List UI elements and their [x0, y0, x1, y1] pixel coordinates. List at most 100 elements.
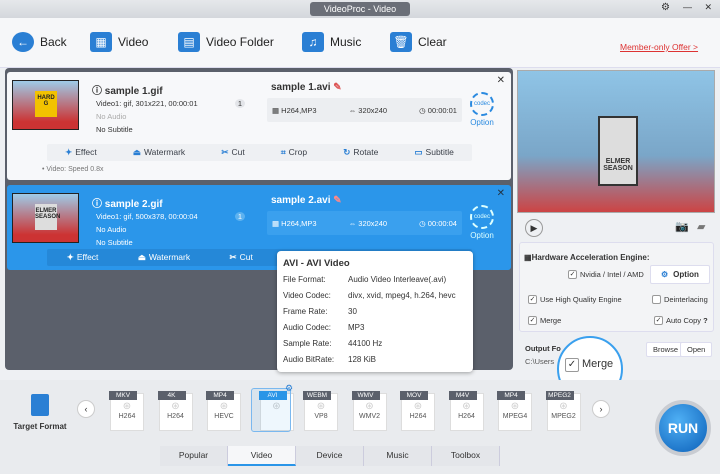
subtitle-icon: ▭	[414, 147, 423, 157]
label: Deinterlacing	[664, 295, 708, 304]
output-info: ▦ H264,MP3 ⇔ 320x240 ◷ 00:00:01	[267, 98, 462, 122]
play-button[interactable]: ▶	[525, 219, 543, 237]
tab-popular[interactable]: Popular	[160, 446, 228, 466]
tab-music[interactable]: Music	[364, 446, 432, 466]
remove-item-button[interactable]: ✕	[497, 75, 505, 86]
settings-panel: ▦ Hardware Acceleration Engine: ✓ Nvidia …	[519, 242, 714, 332]
format-codec: MPEG4	[502, 413, 528, 420]
tab-video[interactable]: Video	[228, 446, 296, 466]
open-folder-icon[interactable]: ▰	[697, 220, 705, 233]
scroll-left-button[interactable]: ‹	[77, 400, 95, 418]
format-mp4[interactable]: MP4 ⊛ HEVC	[206, 391, 241, 431]
film-reel-icon: ⊛	[510, 401, 520, 412]
format-m4v[interactable]: M4V ⊛ H264	[448, 391, 484, 431]
output-path[interactable]: C:\Users	[525, 357, 554, 366]
add-video-folder-button[interactable]: ▤ Video Folder	[178, 32, 274, 52]
subtitle-track-info[interactable]: No Subtitle	[96, 238, 133, 247]
scissors-icon: ✂	[229, 252, 237, 262]
member-offer-link[interactable]: Member-only Offer >	[620, 42, 698, 52]
subtitle-button[interactable]: ▭ Subtitle	[415, 147, 454, 158]
run-button[interactable]: RUN	[655, 400, 711, 456]
tab-toolbox[interactable]: Toolbox	[432, 446, 500, 466]
format-mpeg2[interactable]: MPEG2 ⊛ MPEG2	[545, 391, 581, 431]
film-reel-icon: ⊛	[219, 401, 229, 412]
high-quality-checkbox[interactable]: ✓ Use High Quality Engine	[528, 295, 622, 304]
stamp-icon: ⏏	[137, 252, 146, 262]
format-settings-gear-icon[interactable]: ⚙	[285, 383, 293, 394]
effect-label: Effect	[76, 252, 99, 262]
pencil-icon[interactable]: ✎	[333, 195, 341, 206]
label: Sample Rate:	[283, 339, 332, 348]
codec-gear-icon: codec	[470, 205, 494, 229]
crop-button[interactable]: ⌗ Crop	[281, 147, 307, 158]
video-track-info[interactable]: Video1: gif, 301x221, 00:00:01	[96, 99, 198, 108]
format-mov[interactable]: MOV ⊛ H264	[400, 391, 435, 431]
format-tag: M4V	[448, 391, 477, 400]
hw-option-button[interactable]: ⚙ Option	[650, 265, 710, 284]
output-filename[interactable]: sample 2.avi ✎	[271, 195, 342, 206]
tab-device[interactable]: Device	[296, 446, 364, 466]
trash-icon: 🗑	[390, 32, 412, 52]
format-tag: MPEG2	[545, 391, 574, 400]
back-icon: ←	[12, 32, 34, 52]
rotate-button[interactable]: ↻ Rotate	[343, 147, 378, 158]
note: Video: Speed 0.8x	[46, 166, 104, 173]
help-icon[interactable]: ?	[703, 316, 708, 325]
back-button[interactable]: ← Back	[12, 32, 67, 52]
add-music-button[interactable]: ♫ Music	[302, 32, 361, 52]
resolution: 320x240	[358, 218, 388, 228]
merge-checkbox[interactable]: ✓ Merge	[528, 316, 561, 325]
watermark-button[interactable]: ⏏ Watermark	[133, 147, 185, 158]
format-mkv[interactable]: MKV ⊛ H264	[109, 391, 144, 431]
video-track-info[interactable]: Video1: gif, 500x378, 00:00:04	[96, 212, 198, 221]
cut-button[interactable]: ✂ Cut	[221, 147, 244, 158]
minimize-button[interactable]: —	[683, 2, 692, 12]
crop-icon: ⌗	[280, 147, 286, 157]
audio-track-info[interactable]: No Audio	[96, 225, 126, 234]
settings-icon[interactable]: ⚙	[661, 2, 670, 13]
resolution: 320x240	[358, 105, 388, 115]
folder-icon: ▤	[178, 32, 200, 52]
remove-item-button[interactable]: ✕	[497, 188, 505, 199]
codec-option-button[interactable]: codec Option	[470, 205, 494, 240]
format-tag: MP4	[497, 391, 525, 400]
watermark-button[interactable]: ⏏ Watermark	[138, 252, 190, 263]
target-format-button[interactable]: Target Format	[10, 394, 70, 431]
toolbar: ← Back ▦ Video ▤ Video Folder ♫ Music 🗑 Clear…	[0, 18, 720, 68]
format-webm[interactable]: WEBM ⊛ VP8	[303, 391, 338, 431]
out-name: sample 2.avi	[271, 195, 331, 206]
scroll-right-button[interactable]: ›	[592, 400, 610, 418]
clear-button[interactable]: 🗑 Clear	[390, 32, 447, 52]
film-reel-icon: ⊛	[316, 401, 326, 412]
deinterlacing-checkbox[interactable]: Deinterlacing	[652, 295, 708, 304]
format-tag: MOV	[400, 391, 428, 400]
tooltip-row: File Format: Audio Video Interleave(.avi)	[283, 275, 467, 291]
cut-button[interactable]: ✂ Cut	[230, 252, 253, 263]
output-filename[interactable]: sample 1.avi ✎	[271, 82, 342, 93]
add-video-button[interactable]: ▦ Video	[90, 32, 148, 52]
preview-controls: ▶ 📷 ▰	[517, 215, 715, 240]
filename: sample 1.gif	[104, 86, 163, 97]
auto-copy-checkbox[interactable]: ✓ Auto Copy ?	[654, 316, 708, 325]
rotate-label: Rotate	[353, 147, 379, 157]
codec-info: ▦ H264,MP3	[272, 105, 317, 115]
pencil-icon[interactable]: ✎	[333, 82, 341, 93]
format-4k[interactable]: 4K ⊛ H264	[157, 391, 193, 431]
video-preview[interactable]: ELMER SEASON	[517, 70, 715, 213]
filename: sample 2.gif	[104, 199, 163, 210]
format-mp4[interactable]: MP4 ⊛ MPEG4	[497, 391, 532, 431]
subtitle-track-info[interactable]: No Subtitle	[96, 125, 133, 134]
cut-label: Cut	[231, 147, 245, 157]
hw-accel-checkbox[interactable]: ✓ Nvidia / Intel / AMD	[568, 270, 644, 279]
codec-option-button[interactable]: codec Option	[470, 92, 494, 127]
format-wmv[interactable]: WMV ⊛ WMV2	[351, 391, 387, 431]
target-format-icon	[31, 394, 49, 416]
snapshot-icon[interactable]: 📷	[675, 220, 689, 233]
effect-button[interactable]: ✦ Effect	[67, 252, 99, 263]
open-button[interactable]: Open	[680, 342, 713, 357]
close-window-button[interactable]: ✕	[704, 2, 712, 13]
video-item[interactable]: HARD G ⓘ sample 1.gif Video1: gif, 301x2…	[7, 72, 511, 180]
effect-button[interactable]: ✦ Effect	[65, 147, 97, 158]
label: File Format:	[283, 275, 326, 284]
audio-track-info[interactable]: No Audio	[96, 112, 126, 121]
